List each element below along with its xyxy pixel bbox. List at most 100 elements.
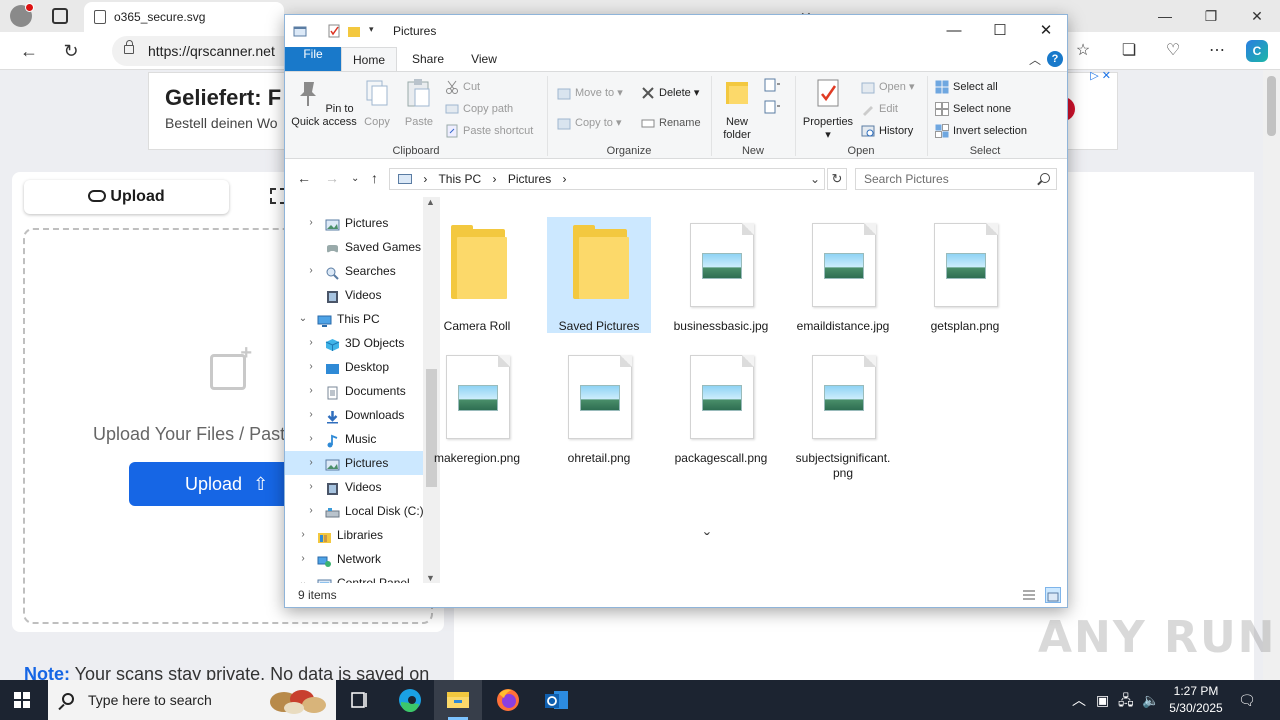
tree-item-documents[interactable]: › Documents <box>285 379 423 403</box>
recent-locations-chevron-icon[interactable]: ⌄ <box>351 173 359 184</box>
more-options-icon[interactable]: ⋯ <box>1206 40 1228 62</box>
collapsed-chevron-icon[interactable]: › <box>297 523 309 547</box>
collapsed-chevron-icon[interactable]: › <box>305 499 317 523</box>
tab-home[interactable]: Home <box>341 47 397 71</box>
collapsed-chevron-icon[interactable]: › <box>305 331 317 355</box>
refresh-icon[interactable]: ↻ <box>60 40 82 62</box>
collapsed-chevron-icon[interactable]: › <box>305 403 317 427</box>
expanded-chevron-icon[interactable]: ⌄ <box>297 307 309 331</box>
network-icon[interactable]: 🖧 <box>1118 680 1134 720</box>
collapsed-chevron-icon[interactable]: › <box>305 379 317 403</box>
refresh-icon[interactable]: ↻ <box>827 168 847 190</box>
explorer-app-icon[interactable] <box>293 24 307 38</box>
favorite-star-icon[interactable]: ☆ <box>1072 40 1094 62</box>
taskbar-search-box[interactable]: Type here to search <box>48 680 336 720</box>
tree-item-downloads[interactable]: › Downloads <box>285 403 423 427</box>
pin-to-quick-access-button[interactable]: Pin to Quick access <box>289 76 359 129</box>
file-item[interactable]: packagescall.png <box>669 349 773 466</box>
tree-item-desktop[interactable]: › Desktop <box>285 355 423 379</box>
collapsed-chevron-icon[interactable]: › <box>305 475 317 499</box>
paste-button[interactable]: Paste <box>403 76 435 129</box>
new-folder-quick-icon[interactable] <box>347 24 361 38</box>
minimize-icon[interactable]: — <box>1142 0 1188 32</box>
new-item-icon[interactable] <box>763 78 781 94</box>
address-bar[interactable]: https://qrscanner.net <box>112 36 312 66</box>
tree-item-videos[interactable]: › Videos <box>285 475 423 499</box>
scroll-up-arrow-icon[interactable]: ▲ <box>426 197 435 207</box>
properties-button[interactable]: Properties ▾ <box>799 76 857 142</box>
tree-item-saved-games[interactable]: Saved Games <box>285 235 423 259</box>
collapsed-chevron-icon[interactable]: › <box>305 355 317 379</box>
cut-button[interactable]: Cut <box>445 78 480 96</box>
edge-icon[interactable] <box>386 680 434 720</box>
invert-selection-button[interactable]: Invert selection <box>935 122 1027 140</box>
tree-item-libraries[interactable]: › Libraries <box>285 523 423 547</box>
copilot-icon[interactable]: C <box>1246 40 1268 62</box>
volume-icon[interactable]: 🔈 <box>1142 680 1159 720</box>
tree-item-network[interactable]: › Network <box>285 547 423 571</box>
details-view-icon[interactable] <box>1021 587 1037 603</box>
browser-essentials-icon[interactable]: ♡ <box>1162 40 1184 62</box>
collapsed-chevron-icon[interactable]: › <box>305 427 317 451</box>
firefox-icon[interactable] <box>484 680 532 720</box>
copy-to-button[interactable]: Copy to ▾ <box>557 114 622 132</box>
tree-item-pictures[interactable]: › Pictures <box>285 451 423 475</box>
tree-item-this-pc[interactable]: ⌄ This PC <box>285 307 423 331</box>
collections-icon[interactable]: ❏ <box>1118 40 1140 62</box>
folder-item[interactable]: Saved Pictures <box>547 217 651 333</box>
close-icon[interactable]: ✕ <box>1023 15 1069 47</box>
customize-quick-access-icon[interactable]: ▾ <box>369 24 383 38</box>
file-item[interactable]: emaildistance.jpg <box>791 217 895 334</box>
easy-access-icon[interactable] <box>763 100 781 116</box>
close-icon[interactable]: ✕ <box>1234 0 1280 32</box>
back-arrow-icon[interactable]: ← <box>297 170 311 186</box>
page-scrollbar[interactable] <box>1263 70 1280 680</box>
device-icon[interactable]: ▣ <box>1096 680 1109 720</box>
notifications-icon[interactable]: 🗨 <box>1238 680 1256 720</box>
open-button[interactable]: Open ▾ <box>861 78 915 96</box>
restore-icon[interactable]: ❐ <box>1188 0 1234 32</box>
upload-tab[interactable]: Upload <box>24 180 229 214</box>
collapsed-chevron-icon[interactable]: › <box>297 547 309 571</box>
address-dropdown-icon[interactable]: ⌄ <box>810 169 820 189</box>
search-input[interactable]: Search Pictures <box>855 168 1057 190</box>
upload-button[interactable]: Upload ⇧ <box>129 462 299 506</box>
task-view-icon[interactable] <box>336 680 384 720</box>
scrollbar-thumb[interactable] <box>1267 76 1276 136</box>
collapsed-chevron-icon[interactable]: › <box>305 259 317 283</box>
breadcrumb-this-pc[interactable]: This PC <box>438 172 481 186</box>
collapsed-chevron-icon[interactable]: › <box>305 211 317 235</box>
scroll-down-arrow-icon[interactable]: ▼ <box>426 573 435 583</box>
browser-tab-active[interactable]: o365_secure.svg <box>84 2 284 32</box>
paste-shortcut-button[interactable]: Paste shortcut <box>445 122 533 140</box>
windows-start-icon[interactable] <box>14 692 30 708</box>
rename-button[interactable]: Rename <box>641 114 701 132</box>
delete-button[interactable]: Delete ▾ <box>641 84 699 102</box>
file-explorer-icon[interactable] <box>434 680 482 720</box>
forward-arrow-icon[interactable]: → <box>325 170 339 186</box>
tree-item-control-panel[interactable]: ⌄ Control Panel <box>285 571 423 583</box>
tree-item-music[interactable]: › Music <box>285 427 423 451</box>
properties-quick-icon[interactable] <box>327 24 341 38</box>
file-item[interactable]: subjectsignificant.png <box>791 349 895 481</box>
breadcrumb-pictures[interactable]: Pictures <box>508 172 551 186</box>
tree-item-searches[interactable]: › Searches <box>285 259 423 283</box>
tab-file[interactable]: File <box>285 47 341 71</box>
system-clock[interactable]: 1:27 PM 5/30/2025 <box>1162 683 1230 717</box>
tab-view[interactable]: View <box>457 47 511 71</box>
tree-item-local-disk-c[interactable]: › Local Disk (C:) <box>285 499 423 523</box>
file-item[interactable]: getsplan.png <box>913 217 1017 334</box>
history-button[interactable]: History <box>861 122 913 140</box>
back-arrow-icon[interactable]: ← <box>18 40 40 62</box>
select-none-button[interactable]: Select none <box>935 100 1011 118</box>
new-folder-button[interactable]: New folder <box>717 76 757 142</box>
edit-button[interactable]: Edit <box>861 100 898 118</box>
file-item[interactable]: ohretail.png <box>547 349 651 466</box>
up-arrow-icon[interactable]: ↑ <box>371 170 378 186</box>
tab-share[interactable]: Share <box>401 47 455 71</box>
profile-avatar[interactable] <box>10 3 34 27</box>
large-icons-view-icon[interactable] <box>1045 587 1061 603</box>
folder-item[interactable]: Camera Roll <box>425 217 529 334</box>
show-hidden-icons-chevron-icon[interactable]: ︿ <box>1072 680 1086 720</box>
ad-choices-icon[interactable]: ▷ ✕ <box>1090 70 1111 82</box>
